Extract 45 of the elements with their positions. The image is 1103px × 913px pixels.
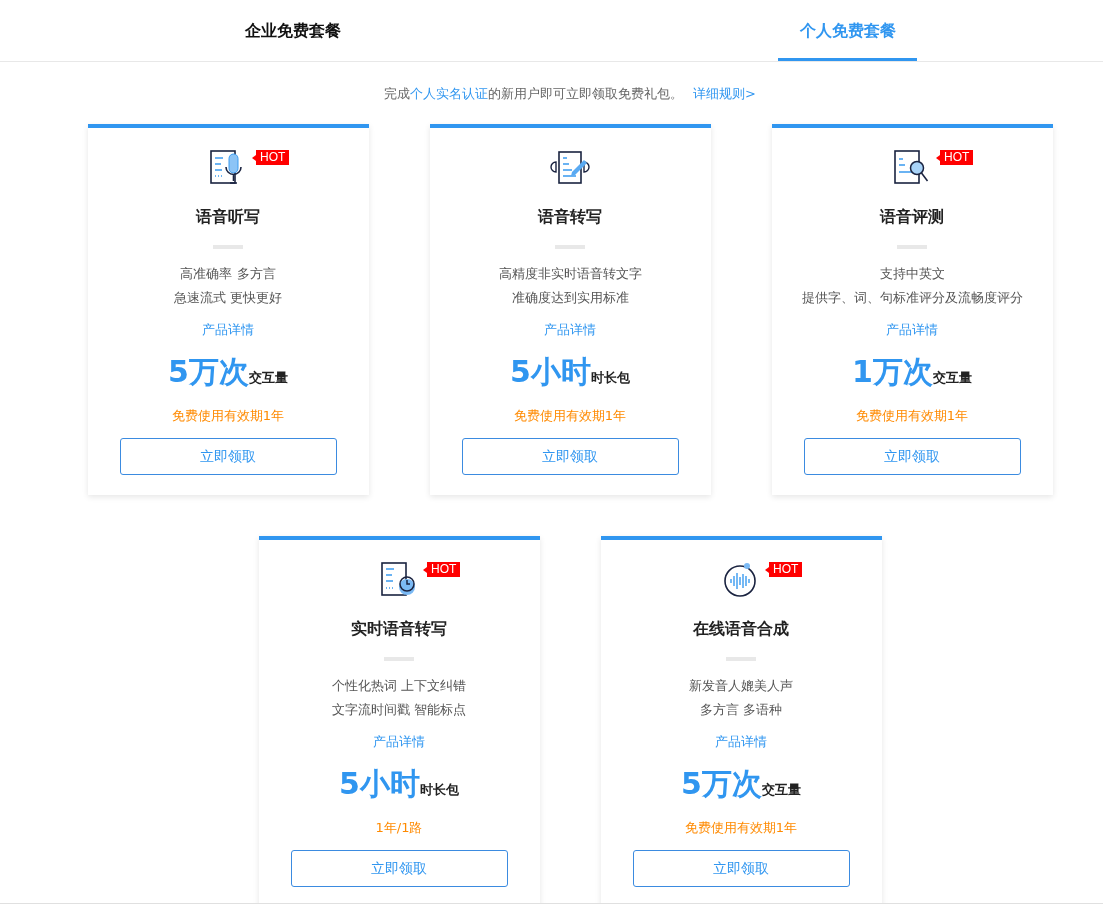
card-title: 语音转写 (538, 206, 602, 228)
feature-text: 提供字、词、句标准评分及流畅度评分 (801, 289, 1023, 307)
quota-amount: 1万次 (852, 353, 933, 391)
quota-amount: 5万次 (681, 765, 762, 803)
rules-link[interactable]: 详细规则> (693, 86, 756, 101)
tab[interactable]: 企业免费套餐 (223, 0, 362, 61)
feature-text: 急速流式 更快更好 (173, 289, 283, 307)
validity-text: 免费使用有效期1年 (855, 407, 969, 425)
quota-amount: 5小时 (510, 353, 591, 391)
feature-text: 个性化热词 上下文纠错 (331, 677, 467, 695)
product-details-link[interactable]: 产品详情 (544, 320, 596, 340)
tab[interactable]: 个人免费套餐 (778, 0, 917, 61)
quota-unit: 时长包 (590, 370, 630, 385)
card-title: 语音评测 (880, 206, 944, 228)
quota-amount: 5万次 (168, 353, 249, 391)
notice-text: 完成个人实名认证的新用户即可立即领取免费礼包。 (384, 86, 684, 101)
verification-link[interactable]: 个人实名认证 (410, 86, 489, 101)
claim-button[interactable]: 立即领取 (632, 850, 850, 887)
card-title: 实时语音转写 (351, 618, 447, 640)
validity-text: 免费使用有效期1年 (171, 407, 285, 425)
quota-unit: 交互量 (248, 370, 288, 385)
quota-unit: 交互量 (932, 370, 972, 385)
card-title: 语音听写 (196, 206, 260, 228)
feature-text: 支持中英文 (878, 265, 946, 283)
product-details-link[interactable]: 产品详情 (715, 732, 767, 752)
feature-text: 新发音人媲美人声 (689, 677, 793, 695)
claim-button[interactable]: 立即领取 (461, 438, 679, 475)
feature-text: 准确度达到实用标准 (510, 289, 630, 307)
product-details-link[interactable]: 产品详情 (202, 320, 254, 340)
feature-text: 高准确率 多方言 (179, 265, 277, 283)
quota-amount: 5小时 (339, 765, 420, 803)
claim-button[interactable]: 立即领取 (290, 850, 508, 887)
product-details-link[interactable]: 产品详情 (886, 320, 938, 340)
feature-text: 多方言 多语种 (698, 701, 784, 719)
feature-text: 高精度非实时语音转文字 (498, 265, 642, 283)
claim-button[interactable]: 立即领取 (119, 438, 337, 475)
card-title: 在线语音合成 (693, 618, 789, 640)
validity-text: 免费使用有效期1年 (684, 819, 798, 837)
quota-unit: 交互量 (761, 782, 801, 797)
product-details-link[interactable]: 产品详情 (373, 732, 425, 752)
feature-text: 文字流时间戳 智能标点 (331, 701, 467, 719)
claim-button[interactable]: 立即领取 (803, 438, 1021, 475)
validity-text: 免费使用有效期1年 (513, 407, 627, 425)
validity-text: 1年/1路 (375, 819, 423, 837)
quota-unit: 时长包 (419, 782, 459, 797)
